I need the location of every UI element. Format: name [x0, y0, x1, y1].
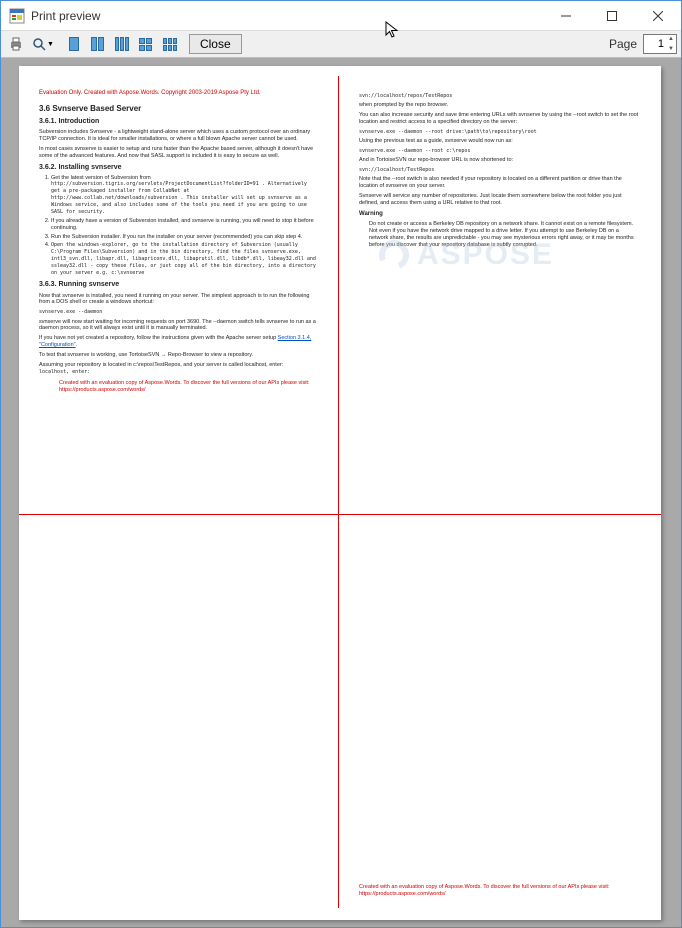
list-item: Open the windows-explorer, go to the ins…: [51, 242, 318, 276]
four-page-button[interactable]: [135, 33, 157, 55]
spinner-down-icon[interactable]: ▼: [665, 44, 677, 54]
list-item: Run the Subversion installer. If you run…: [51, 234, 318, 241]
page-layout-group: [63, 33, 181, 55]
subsection-heading: 3.6.1. Introduction: [39, 118, 318, 127]
page-label: Page: [609, 37, 637, 51]
subsection-heading: 3.6.3. Running svnserve: [39, 281, 318, 290]
close-window-button[interactable]: [635, 1, 681, 31]
zoom-button[interactable]: ▼: [29, 33, 57, 55]
paragraph: To test that svnserve is working, use To…: [39, 352, 318, 359]
preview-area[interactable]: Evaluation Only. Created with Aspose.Wor…: [1, 58, 681, 927]
six-page-button[interactable]: [159, 33, 181, 55]
code-line: svnserve.exe --daemon --root c:\repos: [359, 148, 639, 154]
doc-column-right: ASPOSE svn://localhost/repos/TestRepos w…: [339, 76, 659, 908]
subsection-heading: 3.6.2. Installing svnserve: [39, 164, 318, 173]
paragraph: svnserve will now start waiting for inco…: [39, 319, 318, 333]
paragraph: Subversion includes Svnserve - a lightwe…: [39, 129, 318, 143]
dropdown-arrow-icon: ▼: [47, 41, 54, 48]
doc-column-left: Evaluation Only. Created with Aspose.Wor…: [19, 76, 339, 908]
one-page-button[interactable]: [63, 33, 85, 55]
two-page-button[interactable]: [87, 33, 109, 55]
warning-body: Do not create or access a Berkeley DB re…: [369, 221, 639, 249]
spinner-up-icon[interactable]: ▲: [665, 34, 677, 44]
code-line: svnserve.exe --daemon --root drive:\path…: [359, 129, 639, 135]
toolbar: ▼ Close Page ▲▼: [1, 31, 681, 58]
paragraph: If you have not yet created a repository…: [39, 335, 318, 349]
paragraph: Assuming your repository is located in c…: [39, 362, 318, 376]
list-item: If you already have a version of Subvers…: [51, 218, 318, 232]
paragraph: when prompted by the repo browser.: [359, 102, 639, 109]
print-button[interactable]: [5, 33, 27, 55]
three-page-button[interactable]: [111, 33, 133, 55]
app-icon: [9, 8, 25, 24]
page-spinner[interactable]: ▲▼: [665, 34, 677, 54]
close-button[interactable]: Close: [189, 34, 242, 54]
list-item: Get the latest version of Subversion fro…: [51, 175, 318, 216]
code-line: svnserve.exe --daemon: [39, 309, 318, 315]
minimize-button[interactable]: [543, 1, 589, 31]
install-steps: Get the latest version of Subversion fro…: [51, 175, 318, 277]
warning-heading: Warning: [359, 211, 639, 219]
maximize-button[interactable]: [589, 1, 635, 31]
paragraph: Svnserve will service any number of repo…: [359, 193, 639, 207]
titlebar: Print preview: [1, 1, 681, 31]
eval-footer: Created with an evaluation copy of Aspos…: [359, 884, 639, 898]
window-title: Print preview: [31, 9, 543, 23]
paragraph: Note that the --root switch is also need…: [359, 176, 639, 190]
paragraph: In most cases svnserve is easier to setu…: [39, 146, 318, 160]
code-line: svn://localhost/repos/TestRepos: [359, 93, 639, 99]
code-line: svn://localhost/TestRepos: [359, 167, 639, 173]
eval-footer: Created with an evaluation copy of Aspos…: [59, 380, 338, 394]
page-sheet: Evaluation Only. Created with Aspose.Wor…: [19, 66, 661, 920]
paragraph: And in TortoiseSVN our repo-browser URL …: [359, 157, 639, 164]
paragraph: You can also increase security and save …: [359, 112, 639, 126]
eval-header: Evaluation Only. Created with Aspose.Wor…: [39, 90, 318, 98]
paragraph: Now that svnserve is installed, you need…: [39, 293, 318, 307]
section-heading: 3.6 Svnserve Based Server: [39, 104, 318, 114]
paragraph: Using the previous test as a guide, svns…: [359, 138, 639, 145]
